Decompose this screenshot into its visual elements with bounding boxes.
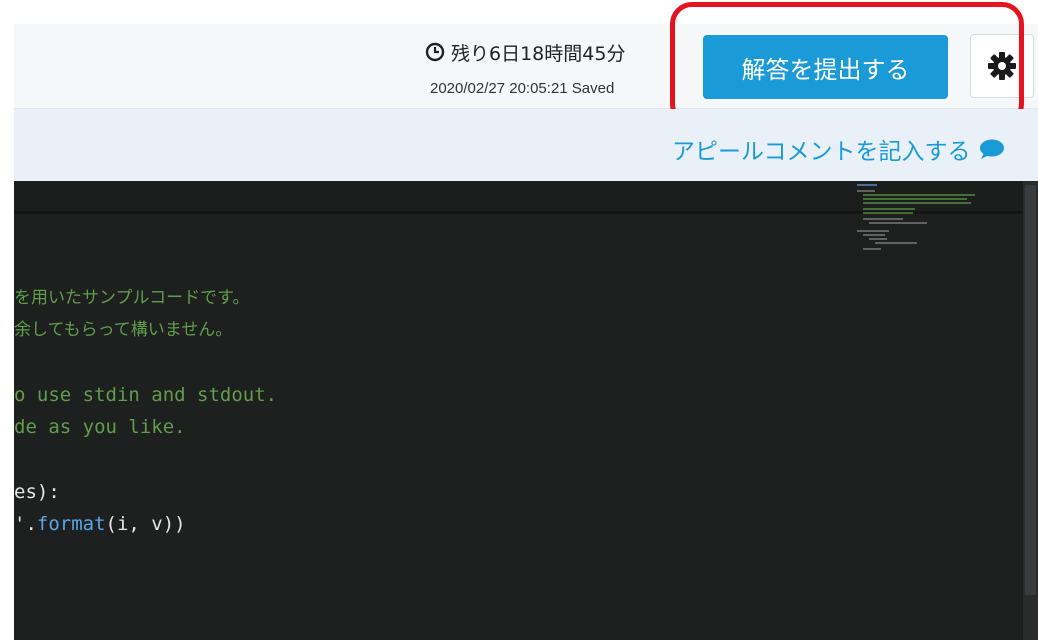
appeal-link-label: アピールコメントを記入する	[672, 139, 971, 165]
appeal-comment-link[interactable]: アピールコメントを記入する	[672, 132, 1005, 166]
code-line-5: es):	[14, 481, 60, 503]
code-format-method: format	[36, 513, 106, 535]
code-format-args: (i, v))	[105, 513, 186, 535]
submit-answer-button[interactable]: 解答を提出する	[703, 35, 948, 99]
chat-bubble-icon	[979, 139, 1004, 159]
code-line-4: de as you like.	[14, 416, 186, 438]
clock-icon	[425, 42, 445, 62]
code-minimap[interactable]	[855, 181, 980, 261]
time-remaining: 残り6日18時間45分	[425, 40, 626, 65]
code-string-end: '.	[14, 513, 37, 535]
code-line-3: o use stdin and stdout.	[14, 384, 278, 406]
scrollbar-thumb[interactable]	[1025, 185, 1036, 595]
timer-text: 残り6日18時間45分	[451, 42, 626, 65]
saved-status: 2020/02/27 20:05:21 Saved	[430, 80, 615, 97]
gear-icon	[988, 52, 1016, 80]
settings-button[interactable]	[970, 34, 1034, 98]
code-line-6: '.format(i, v))	[14, 512, 186, 536]
code-line-1: を用いたサンプルコードです。	[14, 288, 250, 308]
left-edge	[0, 0, 14, 640]
code-line-2: 余してもらって構いません。	[14, 320, 233, 340]
